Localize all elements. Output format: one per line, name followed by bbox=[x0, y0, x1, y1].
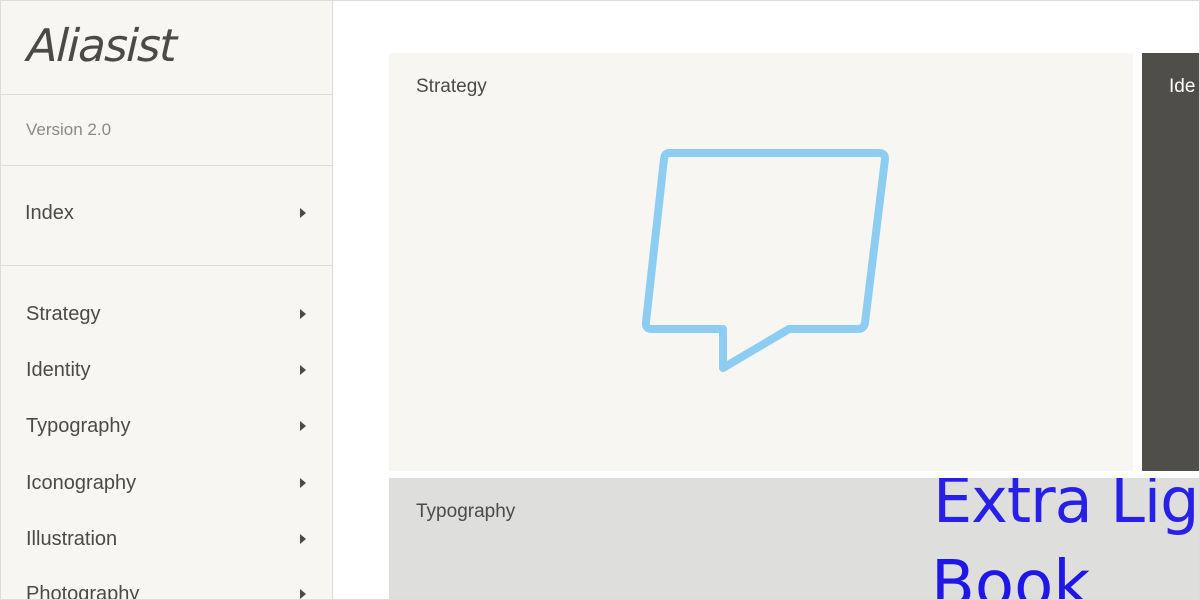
sidebar-item-illustration[interactable]: Illustration bbox=[26, 524, 306, 554]
chevron-right-icon bbox=[300, 589, 306, 599]
card-identity[interactable]: Ide bbox=[1142, 53, 1199, 471]
chevron-right-icon bbox=[300, 421, 306, 431]
sidebar-item-label: Identity bbox=[26, 358, 91, 381]
version-area: Version 2.0 bbox=[1, 95, 332, 166]
typeface-sample-book: Book bbox=[931, 548, 1091, 600]
chevron-right-icon bbox=[300, 309, 306, 319]
index-section: Index bbox=[1, 166, 332, 266]
brand-logo[interactable]: Aliasist bbox=[26, 19, 176, 72]
card-title: Ide bbox=[1169, 76, 1196, 97]
sidebar: Aliasist Version 2.0 Index Strategy Iden… bbox=[1, 1, 333, 600]
logo-area: Aliasist bbox=[1, 1, 332, 95]
sidebar-item-label: Illustration bbox=[26, 527, 118, 550]
sidebar-item-label: Photography bbox=[26, 582, 140, 600]
sidebar-item-label: Index bbox=[25, 201, 74, 224]
card-title: Strategy bbox=[416, 76, 487, 97]
card-strategy[interactable]: Strategy bbox=[389, 53, 1133, 471]
chevron-right-icon bbox=[300, 478, 306, 488]
sidebar-item-label: Typography bbox=[26, 414, 131, 437]
chevron-right-icon bbox=[300, 365, 306, 375]
sidebar-item-iconography[interactable]: Iconography bbox=[26, 468, 306, 498]
sidebar-item-identity[interactable]: Identity bbox=[26, 355, 306, 385]
typeface-sample-extra-light: Extra Lig bbox=[933, 478, 1199, 537]
speech-bubble-icon bbox=[641, 149, 889, 372]
app-window: Aliasist Version 2.0 Index Strategy Iden… bbox=[0, 0, 1200, 600]
sidebar-item-label: Strategy bbox=[26, 302, 101, 325]
sidebar-item-label: Iconography bbox=[26, 471, 137, 494]
sidebar-item-index[interactable]: Index bbox=[25, 198, 306, 228]
card-title: Typography bbox=[416, 501, 516, 522]
chevron-right-icon bbox=[300, 208, 306, 218]
version-label: Version 2.0 bbox=[26, 120, 112, 139]
sidebar-item-strategy[interactable]: Strategy bbox=[26, 299, 306, 329]
sidebar-item-photography[interactable]: Photography bbox=[26, 579, 306, 600]
sidebar-item-typography[interactable]: Typography bbox=[26, 411, 306, 441]
main-content: Strategy Ide Typography Extra Lig Book bbox=[334, 1, 1199, 600]
card-typography[interactable]: Typography Extra Lig Book bbox=[389, 478, 1199, 600]
chevron-right-icon bbox=[300, 534, 306, 544]
